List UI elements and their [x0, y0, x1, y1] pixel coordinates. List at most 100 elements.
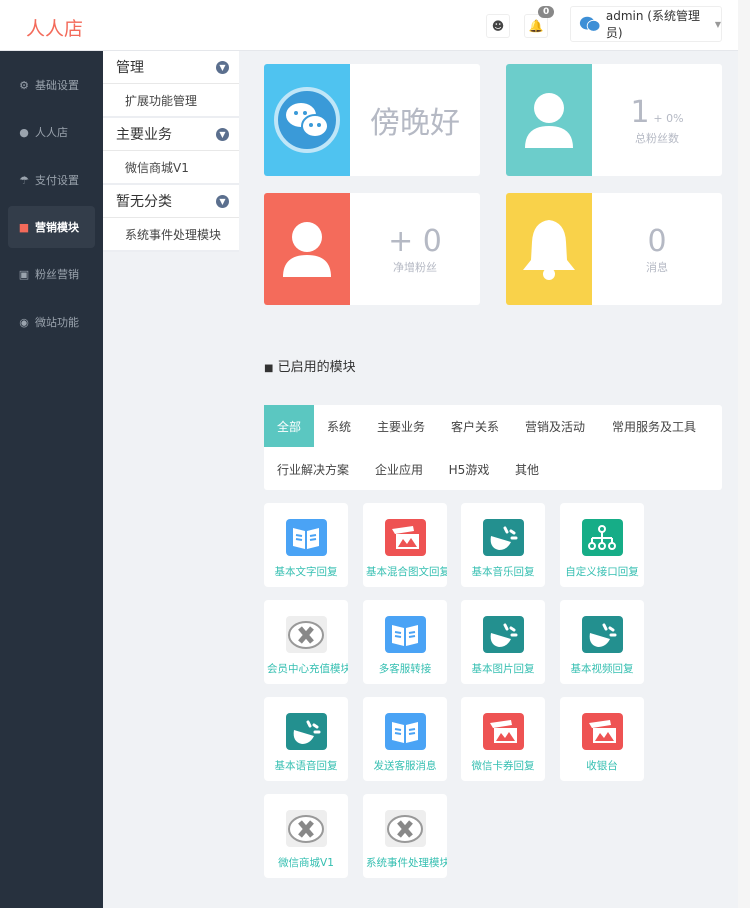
module-label: 收银台: [586, 760, 618, 772]
module-label: 发送客服消息: [373, 760, 437, 772]
chevron-down-icon: ▼: [216, 60, 229, 74]
modules-section-title: ■ 已启用的模块: [264, 360, 356, 375]
tab-marketing[interactable]: 营销及活动: [516, 405, 594, 447]
module-card[interactable]: 微信卡券回复: [461, 697, 545, 781]
top-header: 人人店 ☻ 🔔 0 admin (系统管理员) ▼: [0, 0, 738, 51]
module-category-tabs: 全部 系统 主要业务 客户关系 营销及活动 常用服务及工具 行业解决方案 企业应…: [264, 405, 722, 490]
gift-icon: ▣: [18, 267, 30, 281]
submenu-group-main[interactable]: 主要业务 ▼: [103, 118, 239, 151]
net-fans-label: 净增粉丝: [393, 260, 437, 274]
module-card[interactable]: 多客服转接: [363, 600, 447, 684]
module-card[interactable]: 会员中心充值模块: [264, 600, 348, 684]
submenu-group-uncategorized[interactable]: 暂无分类 ▼: [103, 185, 239, 218]
module-label: 基本音乐回复: [471, 566, 535, 578]
tab-all[interactable]: 全部: [264, 405, 314, 447]
gear-icon: ⚙: [19, 78, 29, 92]
lifebuoy-icon: ◉: [19, 315, 29, 329]
module-card[interactable]: 微信商城V1: [264, 794, 348, 878]
image-icon: [581, 713, 623, 750]
greeting-card: 傍晚好: [264, 64, 480, 176]
tab-services[interactable]: 常用服务及工具: [604, 405, 704, 447]
tab-other[interactable]: 其他: [506, 448, 548, 490]
logo[interactable]: 人人店: [26, 14, 83, 41]
module-card[interactable]: 基本音乐回复: [461, 503, 545, 587]
image-icon: [482, 713, 524, 750]
fans-total-value: 1: [630, 94, 650, 130]
disabled-x-icon: [285, 810, 327, 847]
user-name: admin (系统管理员): [605, 9, 700, 40]
sidebar: ⚙ 基础设置 ● 人人店 ☂ 支付设置 ■ 营销模块 ▣ 粉丝营销 ◉ 微站功能: [0, 51, 103, 908]
submenu-group-manage[interactable]: 管理 ▼: [103, 51, 239, 84]
book-icon: [384, 713, 426, 750]
bell-icon: [506, 193, 592, 305]
greeting-text: 傍晚好: [370, 106, 460, 141]
sidebar-item-marketing[interactable]: ■ 营销模块: [8, 206, 95, 248]
notification-badge: 0: [538, 6, 555, 18]
chevron-down-icon: ▼: [216, 194, 229, 208]
book-icon: [384, 616, 426, 653]
sidebar-item-microsite[interactable]: ◉ 微站功能: [8, 301, 95, 343]
profile-button[interactable]: ☻: [486, 14, 510, 38]
submenu-link[interactable]: 系统事件处理模块: [103, 218, 239, 252]
tab-industry[interactable]: 行业解决方案: [270, 448, 356, 490]
fans-total-label: 总粉丝数: [635, 131, 679, 145]
user-icon: [264, 193, 350, 305]
messages-label: 消息: [646, 260, 668, 274]
module-card[interactable]: 发送客服消息: [363, 697, 447, 781]
cubes-icon: ■: [18, 220, 30, 234]
caret-down-icon: ▼: [714, 19, 721, 29]
sidebar-item-renrendian[interactable]: ● 人人店: [8, 111, 95, 153]
messages-card[interactable]: 0 消息: [506, 193, 722, 305]
fans-change: + 0%: [653, 111, 684, 125]
user-menu[interactable]: admin (系统管理员) ▼: [570, 6, 722, 42]
submenu-link[interactable]: 扩展功能管理: [103, 84, 239, 118]
cubes-icon: ■: [264, 363, 274, 374]
user-icon: [506, 64, 592, 176]
module-card[interactable]: 基本文字回复: [264, 503, 348, 587]
speaker-icon: [285, 713, 327, 750]
wechat-icon: [264, 64, 350, 176]
fans-total-card[interactable]: 1 + 0% 总粉丝数: [506, 64, 722, 176]
module-card[interactable]: 系统事件处理模块: [363, 794, 447, 878]
tab-h5-games[interactable]: H5游戏: [440, 448, 498, 490]
messages-value: 0: [647, 223, 667, 259]
module-card[interactable]: 收银台: [560, 697, 644, 781]
module-label: 会员中心充值模块: [267, 663, 348, 675]
speaker-icon: [482, 519, 524, 556]
scrollbar[interactable]: [738, 0, 750, 908]
module-card[interactable]: 基本图片回复: [461, 600, 545, 684]
submenu-link[interactable]: 微信商城V1: [103, 151, 239, 185]
wechat-icon: [579, 16, 601, 32]
umbrella-icon: ☂: [19, 173, 29, 187]
module-label: 基本语音回复: [274, 760, 338, 772]
tab-customer[interactable]: 客户关系: [442, 405, 508, 447]
net-fans-value: + 0: [388, 223, 442, 259]
sidebar-item-basic-settings[interactable]: ⚙ 基础设置: [8, 64, 95, 106]
module-label: 微信商城V1: [278, 857, 334, 869]
net-fans-card[interactable]: + 0 净增粉丝: [264, 193, 480, 305]
tab-enterprise[interactable]: 企业应用: [368, 448, 430, 490]
module-label: 基本文字回复: [274, 566, 338, 578]
users-icon: ●: [19, 125, 29, 139]
disabled-x-icon: [285, 616, 327, 653]
module-card[interactable]: 基本视频回复: [560, 600, 644, 684]
speaker-icon: [581, 616, 623, 653]
module-label: 基本视频回复: [570, 663, 634, 675]
tab-main-business[interactable]: 主要业务: [368, 405, 434, 447]
module-label: 多客服转接: [378, 663, 432, 675]
module-label: 基本图片回复: [471, 663, 535, 675]
tab-system[interactable]: 系统: [318, 405, 360, 447]
module-label: 微信卡券回复: [471, 760, 535, 772]
module-card[interactable]: 基本混合图文回复: [363, 503, 447, 587]
book-icon: [285, 519, 327, 556]
submenu: 管理 ▼ 扩展功能管理 主要业务 ▼ 微信商城V1 暂无分类 ▼ 系统事件处理模块: [103, 51, 239, 252]
bell-icon: 🔔: [528, 19, 544, 33]
chevron-down-icon: ▼: [216, 127, 229, 141]
module-card[interactable]: 基本语音回复: [264, 697, 348, 781]
module-label: 基本混合图文回复: [366, 566, 447, 578]
sidebar-item-fans[interactable]: ▣ 粉丝营销: [8, 253, 95, 295]
sidebar-item-payment[interactable]: ☂ 支付设置: [8, 159, 95, 201]
disabled-x-icon: [384, 810, 426, 847]
image-icon: [384, 519, 426, 556]
module-card[interactable]: 自定义接口回复: [560, 503, 644, 587]
